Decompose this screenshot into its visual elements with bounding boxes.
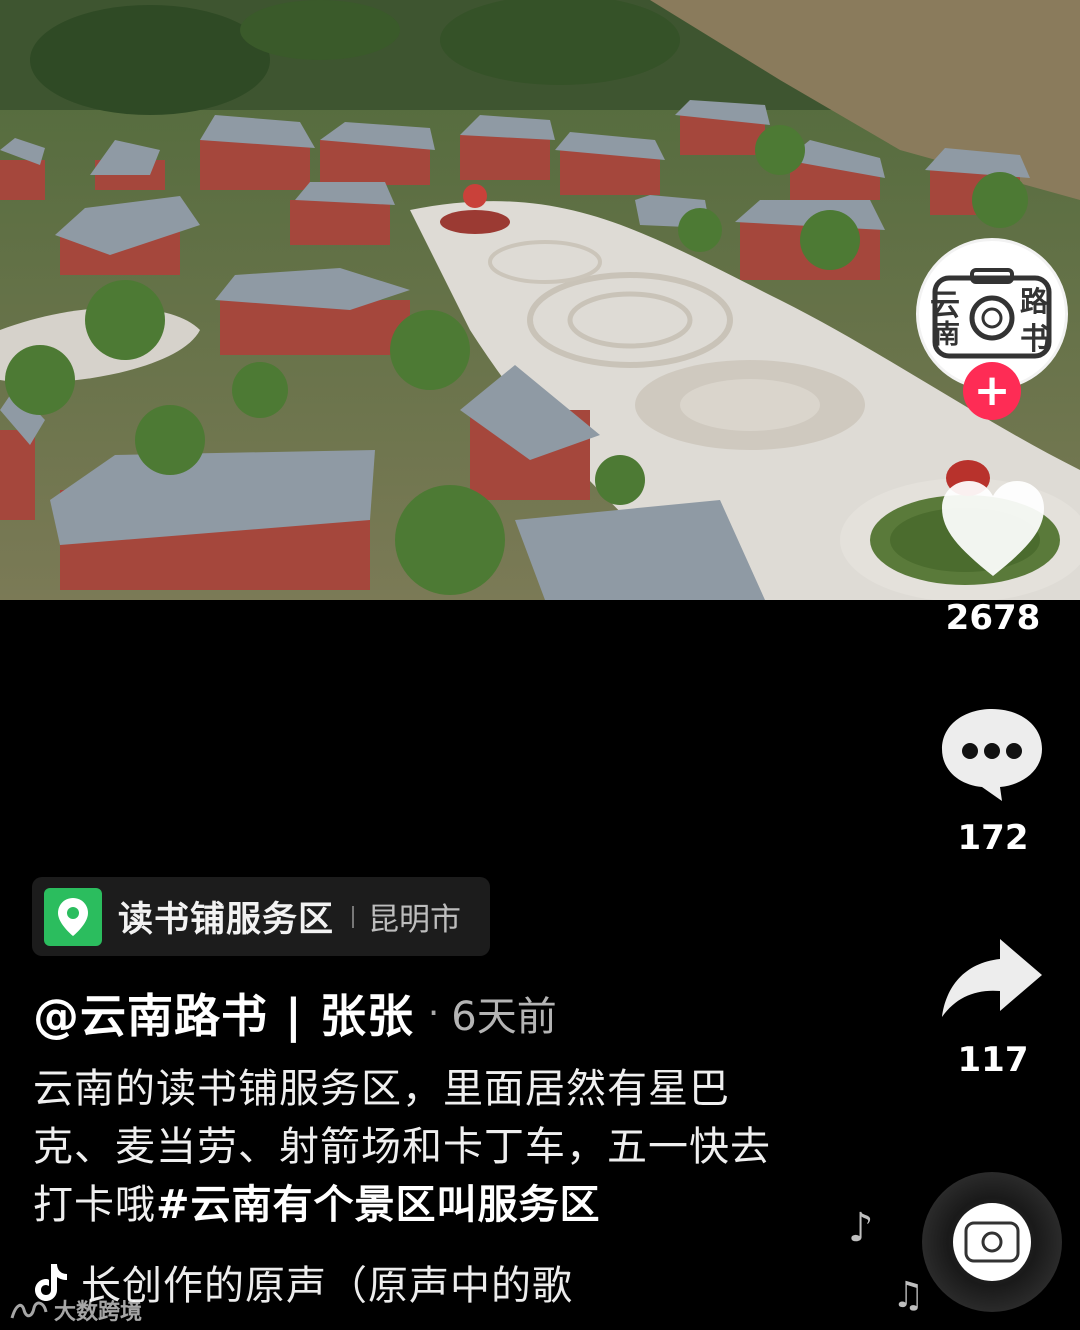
heart-icon xyxy=(942,481,1044,576)
music-note-icon: ♪ xyxy=(848,1205,874,1251)
avatar-logo-char: 南 xyxy=(934,320,961,350)
music-note-icon: ♫ xyxy=(892,1275,925,1316)
like-count: 2678 xyxy=(945,598,1041,638)
like-button[interactable] xyxy=(938,478,1048,582)
location-divider xyxy=(352,905,355,928)
plus-icon: + xyxy=(973,365,1011,416)
watermark-logo-icon xyxy=(10,1301,48,1319)
watermark-text: 大数跨境 xyxy=(54,1300,143,1325)
map-pin-icon xyxy=(44,887,102,946)
post-caption[interactable]: 云南的读书铺服务区，里面居然有星巴克、麦当劳、射箭场和卡丁车，五一快去打卡哦#云… xyxy=(33,1060,793,1234)
share-count: 117 xyxy=(957,1040,1029,1080)
comment-button[interactable] xyxy=(940,705,1044,801)
avatar-logo-char: 书 xyxy=(1020,322,1050,357)
caption-hashtag[interactable]: #云南有个景区叫服务区 xyxy=(156,1182,601,1228)
location-chip[interactable]: 读书铺服务区 昆明市 xyxy=(32,877,490,956)
disc-logo-icon xyxy=(964,1221,1020,1263)
watermark: 大数跨境 xyxy=(10,1294,142,1326)
share-arrow-icon xyxy=(942,939,1042,1017)
share-button[interactable] xyxy=(940,935,1044,1021)
comment-count: 172 xyxy=(957,818,1029,858)
music-disc[interactable] xyxy=(922,1172,1062,1312)
comment-bubble-icon xyxy=(942,709,1042,801)
author-name[interactable]: @云南路书 | 张张 xyxy=(33,980,414,1046)
post-time: 6天前 xyxy=(451,994,557,1040)
meta-separator: · xyxy=(427,992,440,1034)
music-title: 长创作的原声（原声中的歌 xyxy=(81,1263,573,1309)
location-city: 昆明市 xyxy=(368,902,462,938)
author-line: @云南路书 | 张张 · 6天前 xyxy=(33,983,557,1043)
follow-button[interactable]: + xyxy=(963,362,1021,420)
disc-cover xyxy=(953,1203,1031,1281)
location-name: 读书铺服务区 xyxy=(118,900,335,940)
